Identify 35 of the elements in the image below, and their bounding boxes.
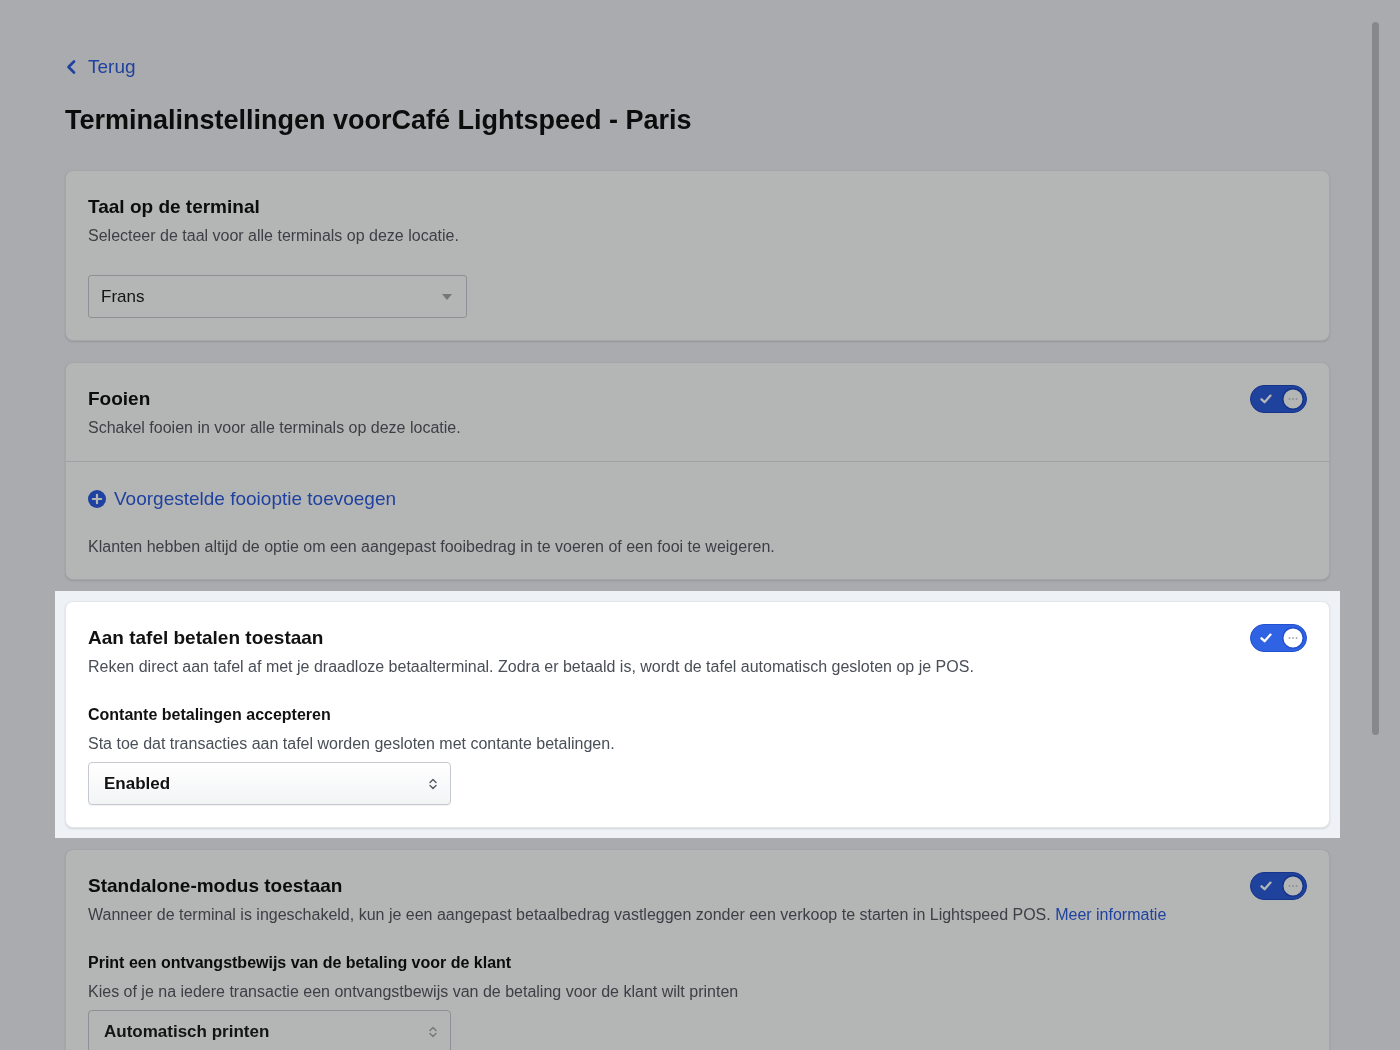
chevron-up-down-icon <box>429 1025 437 1038</box>
back-link[interactable]: Terug <box>65 53 136 81</box>
section-description: Wanneer de terminal is ingeschakeld, kun je een aangepast betaalbedrag vastleggen zonder een verkoop te starten in Lightspeed POS. Meer informatie <box>88 905 1168 925</box>
add-tip-option-link[interactable]: Voorgestelde fooioptie toevoegen <box>88 484 397 514</box>
chevron-left-icon <box>66 60 76 74</box>
setting-description: Sta toe dat transacties aan tafel worden gesloten met contante betalingen. <box>88 734 616 754</box>
toggle-knob[interactable] <box>1282 875 1304 897</box>
setting-description: Kies of je na iedere transactie een ontvangstbewijs van de betaling voor de klant wilt printen <box>88 982 740 1002</box>
section-title: Standalone-modus toestaan <box>88 874 343 898</box>
scrollbar-thumb[interactable] <box>1372 22 1379 735</box>
language-dropdown[interactable]: Frans <box>88 275 467 318</box>
check-icon <box>1260 394 1272 404</box>
toggle-knob[interactable] <box>1282 627 1304 649</box>
check-icon <box>1260 881 1272 891</box>
section-description: Schakel fooien in voor alle terminals op deze locatie. <box>88 418 462 438</box>
toggle-switch[interactable] <box>1250 385 1307 413</box>
tip-note: Klanten hebben altijd de optie om een aangepast fooibedrag in te voeren of een fooi te weigeren. <box>88 537 776 557</box>
toggle-switch[interactable] <box>1250 872 1307 900</box>
select-field[interactable]: Automatisch printen <box>88 1010 451 1050</box>
select-field[interactable]: Enabled <box>88 762 451 805</box>
more-info-link[interactable]: Meer informatie <box>1055 906 1167 923</box>
section-title: Taal op de terminal <box>88 195 260 219</box>
caret-down-icon <box>442 293 452 300</box>
section-description: Selecteer de taal voor alle terminals op deze locatie. <box>88 226 460 246</box>
chevron-up-down-icon <box>429 777 437 790</box>
section-title: Fooien <box>88 387 151 411</box>
plus-circle-icon <box>88 490 106 508</box>
setting-label: Print een ontvangstbewijs van de betaling voor de klant <box>88 953 513 973</box>
section-title: Aan tafel betalen toestaan <box>88 626 324 650</box>
setting-label: Contante betalingen accepteren <box>88 705 332 725</box>
check-icon <box>1260 633 1272 643</box>
page-title: Terminalinstellingen voorCafé Lightspeed - Paris <box>65 104 693 137</box>
toggle-switch[interactable] <box>1250 624 1307 652</box>
section-description: Reken direct aan tafel af met je draadloze betaalterminal. Zodra er betaald is, wordt de tafel automatisch gesloten op je POS. <box>88 657 975 677</box>
toggle-knob[interactable] <box>1282 388 1304 410</box>
